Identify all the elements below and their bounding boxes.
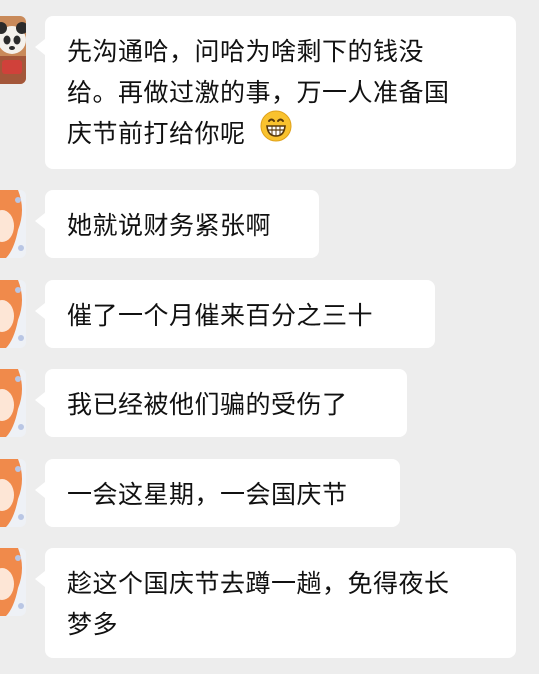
message-bubble[interactable]: 趁这个国庆节去蹲一趟，免得夜长 梦多 [35,548,516,658]
contact-avatar[interactable] [0,548,26,616]
message-bubble[interactable]: 催了一个月催来百分之三十 [35,280,435,348]
message-text: 梦多 [67,610,119,639]
message-bubble[interactable]: 一会这星期，一会国庆节 [35,459,400,527]
message-bubble[interactable]: 她就说财务紧张啊 [35,190,319,258]
contact-avatar[interactable] [0,190,26,258]
message-text: 趁这个国庆节去蹲一趟，免得夜长 [67,569,450,598]
message-text: 她就说财务紧张啊 [67,211,272,240]
message-text: 我已经被他们骗的受伤了 [67,390,348,419]
message-bubble[interactable]: 先沟通哈，问哈为啥剩下的钱没 给。再做过激的事，万一人准备国 庆节前打给你呢 [35,16,516,169]
message-text: 给。再做过激的事，万一人准备国 [67,78,450,107]
panda-avatar-icon [0,16,26,84]
message-text: 催了一个月催来百分之三十 [67,301,374,330]
message-text: 庆节前打给你呢 [67,119,246,148]
redhair-avatar-icon [0,459,26,527]
contact-avatar[interactable] [0,369,26,437]
contact-avatar[interactable] [0,280,26,348]
redhair-avatar-icon [0,548,26,616]
message-text: 一会这星期，一会国庆节 [67,480,348,509]
message-text: 先沟通哈，问哈为啥剩下的钱没 [67,37,425,66]
contact-avatar[interactable] [0,459,26,527]
redhair-avatar-icon [0,190,26,258]
contact-avatar[interactable] [0,16,26,84]
grin-emoji-icon [260,110,292,154]
redhair-avatar-icon [0,369,26,437]
redhair-avatar-icon [0,280,26,348]
message-bubble[interactable]: 我已经被他们骗的受伤了 [35,369,407,437]
